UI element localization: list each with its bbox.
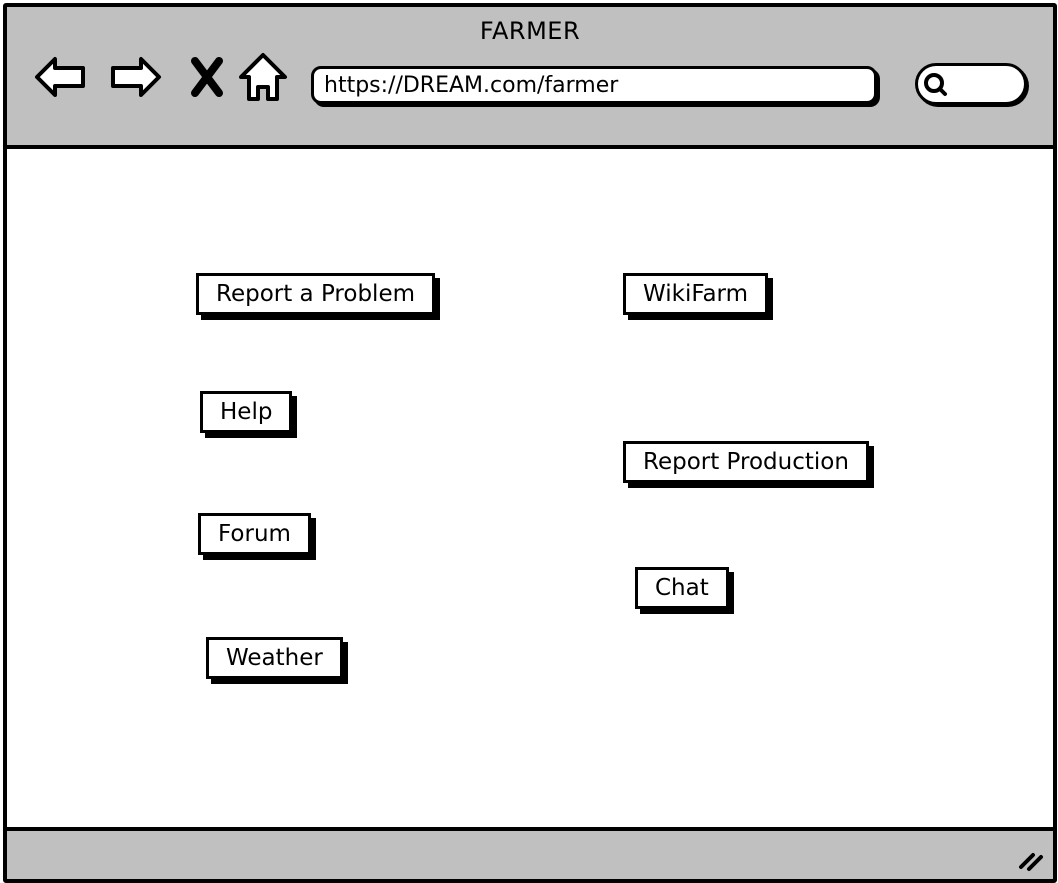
address-text: https://DREAM.com/farmer: [324, 73, 619, 98]
main-content: Report a Problem WikiFarm Help Report Pr…: [7, 149, 1053, 827]
help-button[interactable]: Help: [200, 391, 293, 433]
report-production-button[interactable]: Report Production: [623, 441, 869, 483]
back-arrow-icon[interactable]: [33, 49, 89, 105]
chat-button[interactable]: Chat: [635, 567, 729, 609]
resize-grip-icon[interactable]: [1017, 847, 1047, 873]
browser-toolbar: FARMER https://DREAM.com/farmer: [7, 7, 1053, 149]
search-icon: [924, 73, 947, 96]
home-icon[interactable]: [235, 49, 291, 105]
address-bar[interactable]: https://DREAM.com/farmer: [311, 66, 877, 104]
weather-button[interactable]: Weather: [206, 637, 343, 679]
close-icon[interactable]: [179, 49, 235, 105]
status-bar: [7, 827, 1053, 879]
report-problem-button[interactable]: Report a Problem: [196, 273, 435, 315]
forum-button[interactable]: Forum: [198, 513, 311, 555]
window-title: FARMER: [479, 17, 581, 45]
search-input[interactable]: [915, 63, 1027, 105]
browser-window: FARMER https://DREAM.com/farmer Report a…: [3, 3, 1057, 883]
wikifarm-button[interactable]: WikiFarm: [623, 273, 769, 315]
forward-arrow-icon[interactable]: [107, 49, 163, 105]
